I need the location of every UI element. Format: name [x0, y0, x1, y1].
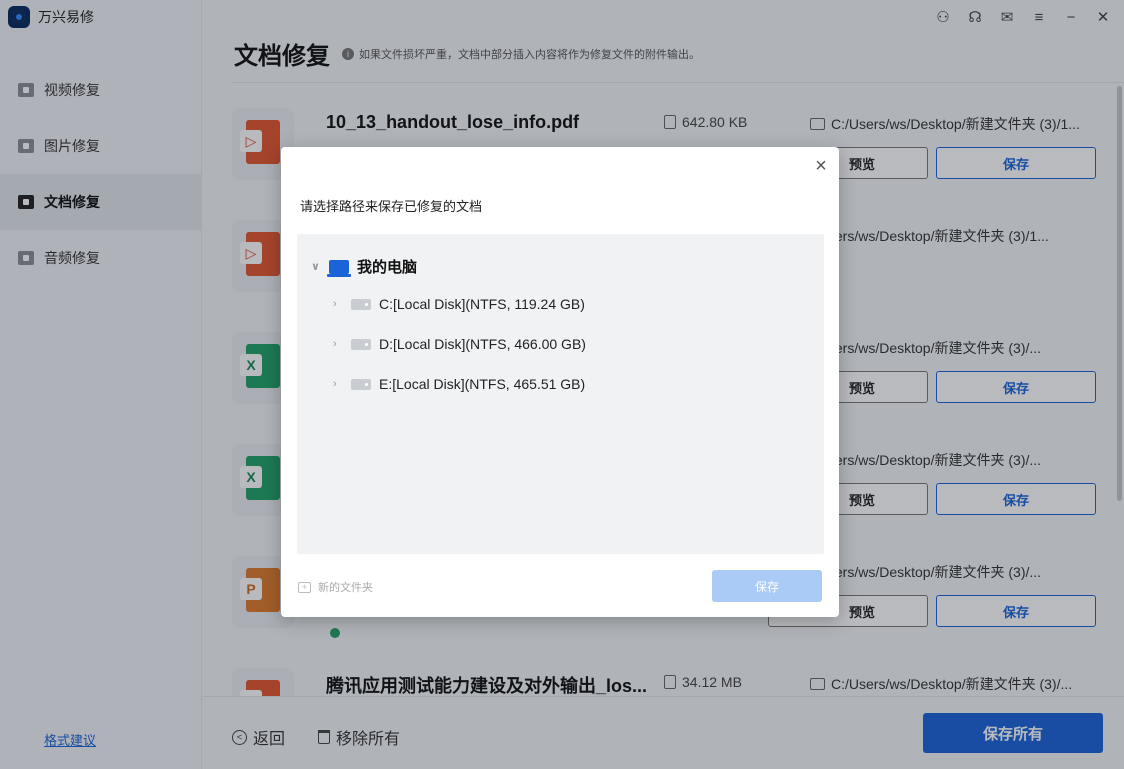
tree-item-drive-d[interactable]: › D:[Local Disk](NTFS, 466.00 GB) — [333, 336, 586, 352]
computer-icon — [327, 259, 351, 277]
chevron-right-icon[interactable]: › — [333, 378, 343, 390]
tree-item-drive-c[interactable]: › C:[Local Disk](NTFS, 119.24 GB) — [333, 296, 585, 312]
disk-icon — [351, 378, 371, 390]
dialog-close-icon[interactable]: × — [811, 156, 831, 176]
disk-icon — [351, 338, 371, 350]
chevron-right-icon[interactable]: › — [333, 338, 343, 350]
save-path-dialog: × 请选择路径来保存已修复的文档 ∨ 我的电脑 › C:[Local Disk]… — [281, 147, 839, 617]
drive-label: E:[Local Disk](NTFS, 465.51 GB) — [379, 376, 586, 392]
disk-icon — [351, 298, 371, 310]
new-folder-icon: + — [298, 581, 311, 593]
drive-label: D:[Local Disk](NTFS, 466.00 GB) — [379, 336, 586, 352]
dialog-title: 请选择路径来保存已修复的文档 — [300, 199, 483, 214]
tree-root-my-computer[interactable]: ∨ 我的电脑 — [311, 256, 417, 277]
chevron-right-icon[interactable]: › — [333, 298, 343, 310]
tree-root-label: 我的电脑 — [357, 259, 418, 276]
chevron-down-icon[interactable]: ∨ — [311, 260, 321, 273]
new-folder-button[interactable]: + 新的文件夹 — [298, 579, 373, 595]
tree-item-drive-e[interactable]: › E:[Local Disk](NTFS, 465.51 GB) — [333, 376, 585, 392]
new-folder-label: 新的文件夹 — [318, 582, 373, 594]
folder-tree: ∨ 我的电脑 › C:[Local Disk](NTFS, 119.24 GB)… — [297, 234, 824, 554]
drive-label: C:[Local Disk](NTFS, 119.24 GB) — [379, 296, 585, 312]
dialog-save-button[interactable]: 保存 — [712, 570, 822, 602]
